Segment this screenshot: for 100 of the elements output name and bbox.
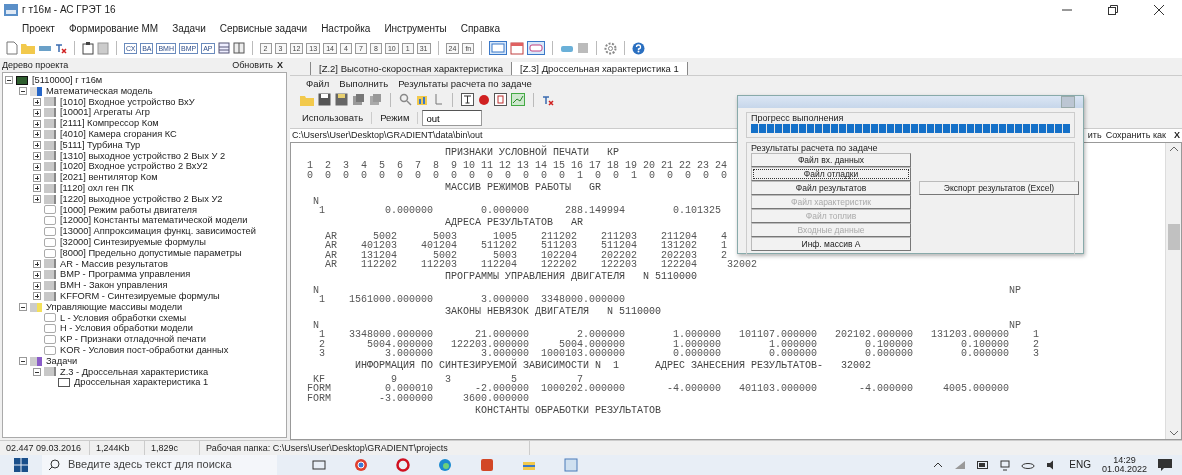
layout-icon[interactable] [489,41,508,55]
expand-toggle[interactable] [33,270,41,279]
dialog-button[interactable]: Файл вх. данных [751,153,911,167]
dialog-button[interactable]: Файл отладки [751,167,911,181]
menu-item[interactable]: Сервисные задачи [219,23,308,35]
tree-item[interactable]: [5111] Турбина Тур [60,139,141,151]
browser-icon[interactable] [354,458,368,472]
tab[interactable]: [Z.3] Дроссельная характеристика 1 [511,61,688,75]
use-label[interactable]: Использовать [294,112,373,124]
expand-toggle[interactable] [33,162,41,171]
expand-toggle[interactable] [33,108,41,117]
expand-toggle[interactable] [33,367,41,376]
new-file-icon[interactable] [6,41,18,55]
expand-toggle[interactable] [33,281,41,290]
tree-item[interactable]: [1020] Входное устройство 2 ВхУ2 [60,161,208,173]
tree-item[interactable]: AR - Массив результатов [60,258,168,270]
menu-item[interactable]: Результаты расчета по задаче [398,77,532,90]
tree-item[interactable]: Z.3 - Дроссельная характеристика [60,366,209,378]
expand-toggle[interactable] [33,130,41,139]
browser-icon[interactable] [396,458,410,472]
toolbar-link[interactable]: ить [1087,130,1102,141]
tree-item[interactable]: [1220] выходное устройство 2 Вых У2 [60,193,223,205]
expand-toggle[interactable] [33,184,41,193]
tree-item[interactable]: [32000] Синтезируемые формулы [60,236,206,248]
browser-icon[interactable] [438,458,452,472]
record-icon[interactable] [478,93,490,106]
menu-item[interactable]: Инструменты [384,23,447,35]
expand-toggle[interactable] [33,151,41,160]
expand-toggle[interactable] [33,141,41,150]
menu-item[interactable]: Задачи [172,23,206,35]
tree-item[interactable]: [1010] Входное устройство ВхУ [60,96,195,108]
tree-item[interactable]: Управляющие массивы модели [46,301,183,313]
tree-item[interactable]: [2021] вентилятор Ком [60,172,158,183]
expand-toggle[interactable] [5,76,13,85]
tree-item[interactable]: KOR - Условия пост-обработки данных [60,344,229,356]
save-icon[interactable] [318,93,331,106]
menu-item[interactable]: Настройка [321,23,371,35]
clock-time[interactable]: 14:29 [1113,456,1136,465]
export-button[interactable]: Экспорт результатов (Excel) [919,181,1079,195]
tree-item[interactable]: L - Условия обработки схемы [60,312,187,324]
tree-item[interactable]: KP - Признаки отладочной печати [60,334,207,345]
mode-field[interactable]: out [422,110,483,126]
menu-item[interactable]: Справка [460,23,500,35]
windows-icon[interactable] [14,458,28,472]
close-button[interactable]: X [1174,130,1180,141]
dialog-button[interactable]: Инф. массив А [751,237,911,251]
expand-toggle[interactable] [33,195,41,204]
scroll-down-icon[interactable] [1168,430,1179,436]
close-button[interactable]: X [277,59,283,71]
save-icon[interactable] [335,93,348,106]
tree-item[interactable]: [4010] Камера сгорания КС [60,129,177,140]
expand-toggle[interactable] [33,259,41,268]
expand-toggle[interactable] [33,119,41,128]
toolbar-link[interactable]: Сохранить как [1105,130,1166,141]
scrollbar-thumb[interactable] [1167,224,1180,250]
layout-icon[interactable] [527,41,546,55]
tree-item[interactable]: BMH - Закон управления [60,280,168,291]
expand-toggle[interactable] [33,292,41,301]
clipboard-icon[interactable] [82,41,94,55]
task-view-icon[interactable] [312,458,326,472]
chart-icon[interactable] [416,93,430,106]
copy-icon[interactable] [352,93,365,106]
r-box-icon[interactable] [494,93,507,106]
expand-toggle[interactable] [33,173,41,182]
tree-item[interactable]: [1310] выходное устройство 2 Вых У 2 [60,150,226,162]
tree-item[interactable]: [1120] охл ген ПК [60,182,134,194]
search-icon[interactable] [399,93,412,106]
refresh-link[interactable]: Обновить [232,59,273,71]
chart-icon[interactable] [511,93,525,106]
mode-label[interactable]: Режим [372,112,419,124]
expand-toggle[interactable] [33,98,41,106]
menu-item[interactable]: Выполнить [339,77,389,90]
tree-item[interactable]: [1000] Режим работы двигателя [60,204,197,216]
language-indicator[interactable]: ENG [1069,459,1091,471]
tree-item[interactable]: Математическая модель [46,85,153,97]
close-icon[interactable] [1154,5,1164,15]
scroll-up-icon[interactable] [1168,146,1179,152]
tree-item[interactable]: [8000] Предельно допустимые параметры [60,247,242,259]
notification-icon[interactable] [1158,459,1172,471]
chevron-up-icon[interactable] [933,462,944,468]
tree-item[interactable]: KFFORM - Синтезируемые формулы [60,290,220,302]
text-box-icon[interactable] [461,93,474,106]
menu-item[interactable]: Проект [22,23,55,35]
expand-toggle[interactable] [19,357,27,366]
clear-icon[interactable] [55,42,67,54]
table-icon[interactable] [217,42,230,54]
expand-toggle[interactable] [19,303,27,312]
tree-item[interactable]: H - Условия обработки модели [60,323,193,335]
tree-item[interactable]: BMP - Программа управления [60,269,191,281]
tree-item[interactable]: [2111] Компрессор Ком [60,118,159,129]
restore-icon[interactable] [1108,5,1118,15]
dialog-button[interactable]: Файл результатов [751,181,911,195]
tree-item[interactable]: [13000] Аппроксимация функц. зависимостей [60,226,256,237]
tree-item[interactable]: [5110000] г т16м [32,75,103,86]
table-icon[interactable] [232,42,245,54]
settings-icon[interactable] [604,41,618,55]
calendar-icon[interactable] [510,41,525,55]
clock-date[interactable]: 01.04.2022 [1101,465,1147,474]
expand-toggle[interactable] [19,87,27,96]
scrollbar[interactable] [1165,143,1181,439]
